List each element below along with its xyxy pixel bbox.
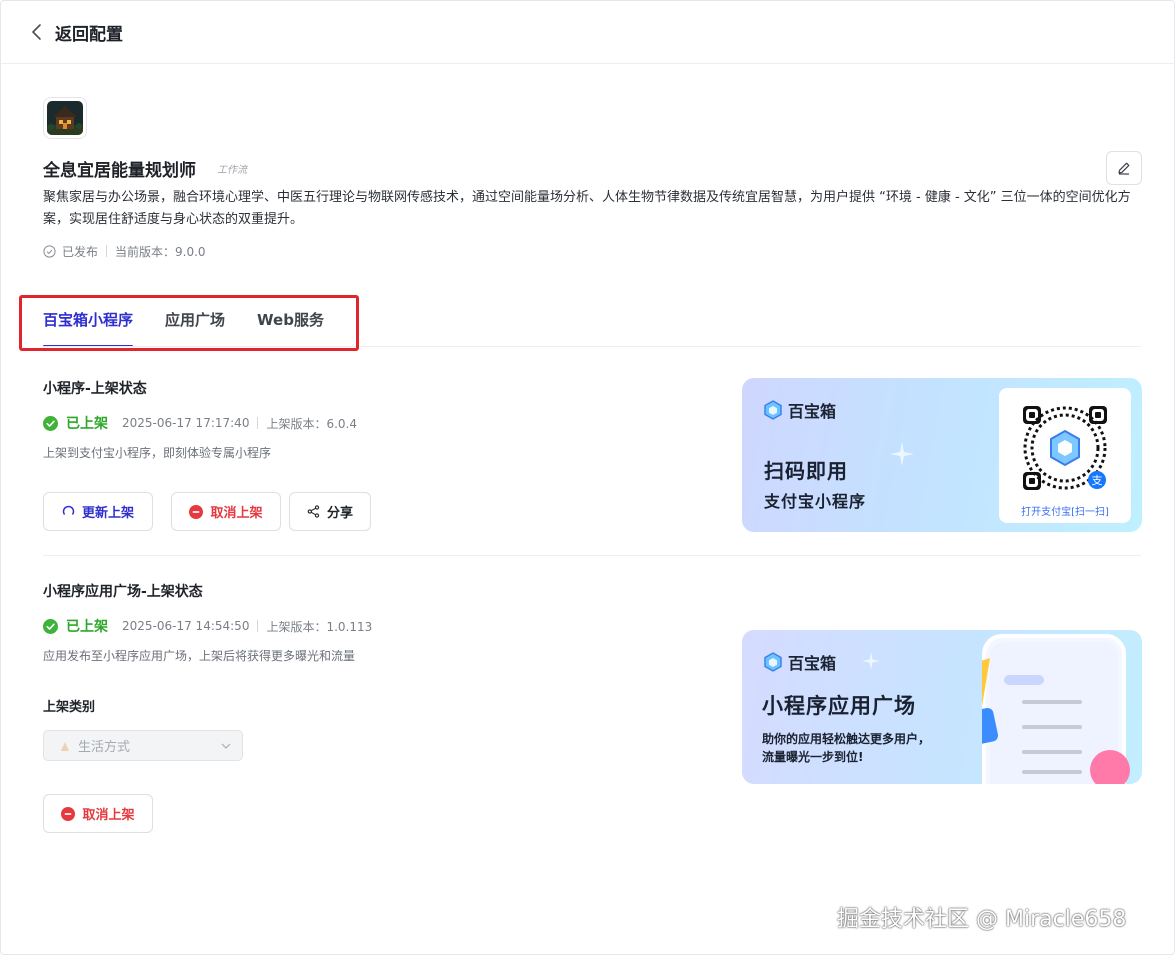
banner-subline-2: 流量曝光一步到位! <box>762 750 864 764</box>
share-button[interactable]: 分享 <box>289 492 371 531</box>
status-divider <box>257 620 259 632</box>
cancel-listing-label: 取消上架 <box>210 506 263 521</box>
refresh-icon <box>62 505 75 515</box>
plaza-hint: 应用发布至小程序应用广场，上架后将获得更多曝光和流量 <box>43 649 356 663</box>
category-value: 生活方式 <box>78 740 131 755</box>
banner-subline: 支付宝小程序 <box>764 492 867 511</box>
page-frame: 返回配置 全息宜居能量规划师 工作流 聚焦家居与办公场景，融合环境心理学、中医五… <box>0 0 1175 955</box>
miniapp-version: 上架版本：6.0.4 <box>266 416 357 431</box>
banner-brand: 百宝箱 <box>762 398 836 422</box>
publish-status: 已发布 <box>62 244 99 259</box>
qr-caption: 打开支付宝[扫一扫] <box>1021 507 1109 518</box>
miniapp-publish-time: 2025-06-17 17:17:40 <box>122 416 250 430</box>
category-label: 上架类别 <box>43 700 96 715</box>
cancel-listing-button[interactable]: 取消上架 <box>171 492 281 531</box>
plaza-cancel-listing-button[interactable]: 取消上架 <box>43 794 153 833</box>
tabs-highlight-box <box>19 295 359 351</box>
share-icon <box>307 505 320 518</box>
update-listing-label: 更新上架 <box>81 506 134 521</box>
banner-subline-1: 助你的应用轻松触达更多用户， <box>762 732 931 746</box>
share-label: 分享 <box>326 506 353 521</box>
back-button[interactable]: 返回配置 <box>27 19 147 45</box>
back-label: 返回配置 <box>55 25 123 45</box>
plaza-version: 上架版本：1.0.113 <box>266 619 373 634</box>
section-divider <box>43 555 1141 556</box>
banner-headline: 扫码即用 <box>764 459 848 483</box>
app-title: 全息宜居能量规划师 <box>43 161 196 181</box>
chevron-down-icon <box>221 743 231 749</box>
plaza-cancel-listing-label: 取消上架 <box>82 808 135 823</box>
app-type-tag: 工作流 <box>217 165 247 176</box>
category-lock-icon <box>61 741 69 751</box>
plaza-section-title: 小程序应用广场-上架状态 <box>43 584 203 600</box>
check-circle-icon <box>43 244 56 258</box>
sparkle-icon <box>862 652 880 670</box>
edit-button[interactable] <box>1106 151 1142 185</box>
house-image <box>47 101 83 135</box>
plaza-status: 已上架 <box>66 619 108 635</box>
minus-circle-icon <box>189 504 204 519</box>
qr-code: 支 <box>1018 401 1112 495</box>
miniapp-status-row: 已上架 2025-06-17 17:17:40 上架版本：6.0.4 <box>43 414 357 432</box>
miniapp-status: 已上架 <box>66 416 108 432</box>
banner-brand-name: 百宝箱 <box>788 654 837 673</box>
publish-meta: 已发布 当前版本：9.0.0 <box>43 242 206 260</box>
minus-circle-icon <box>61 806 76 821</box>
chevron-left-icon <box>32 24 41 40</box>
top-bar: 返回配置 <box>1 1 1175 64</box>
svg-text:支: 支 <box>1092 474 1103 487</box>
plaza-publish-time: 2025-06-17 14:54:50 <box>122 619 250 633</box>
cube-logo-icon <box>764 652 782 672</box>
qr-code-card: 支 打开支付宝[扫一扫] <box>999 388 1131 523</box>
watermark: 掘金技术社区 @ Miracle658 <box>837 907 1127 932</box>
app-avatar <box>43 97 87 139</box>
banner-brand-name: 百宝箱 <box>788 402 837 421</box>
banner-brand: 百宝箱 <box>762 650 836 674</box>
miniapp-section-title: 小程序-上架状态 <box>43 381 147 397</box>
phone-mockup-illustration <box>982 634 1130 784</box>
category-select[interactable]: 生活方式 <box>43 730 243 761</box>
success-check-icon <box>43 618 58 634</box>
sparkle-icon <box>890 442 914 466</box>
current-version: 当前版本：9.0.0 <box>115 244 206 259</box>
banner-headline: 小程序应用广场 <box>762 694 916 718</box>
update-listing-button[interactable]: 更新上架 <box>43 492 153 531</box>
pencil-icon <box>1118 162 1130 175</box>
success-check-icon <box>43 415 58 431</box>
miniapp-hint: 上架到支付宝小程序，即刻体验专属小程序 <box>43 446 272 460</box>
meta-divider <box>106 245 108 257</box>
app-description: 聚焦家居与办公场景，融合环境心理学、中医五行理论与物联网传感技术，通过空间能量场… <box>43 190 1131 227</box>
miniapp-qr-banner: 百宝箱 扫码即用 支付宝小程序 支 打开支付宝[扫一扫] <box>742 378 1142 532</box>
plaza-status-row: 已上架 2025-06-17 14:54:50 上架版本：1.0.113 <box>43 617 372 635</box>
app-plaza-banner: 百宝箱 小程序应用广场 助你的应用轻松触达更多用户， 流量曝光一步到位! <box>742 630 1142 784</box>
status-divider <box>257 417 259 429</box>
cube-logo-icon <box>764 400 782 420</box>
